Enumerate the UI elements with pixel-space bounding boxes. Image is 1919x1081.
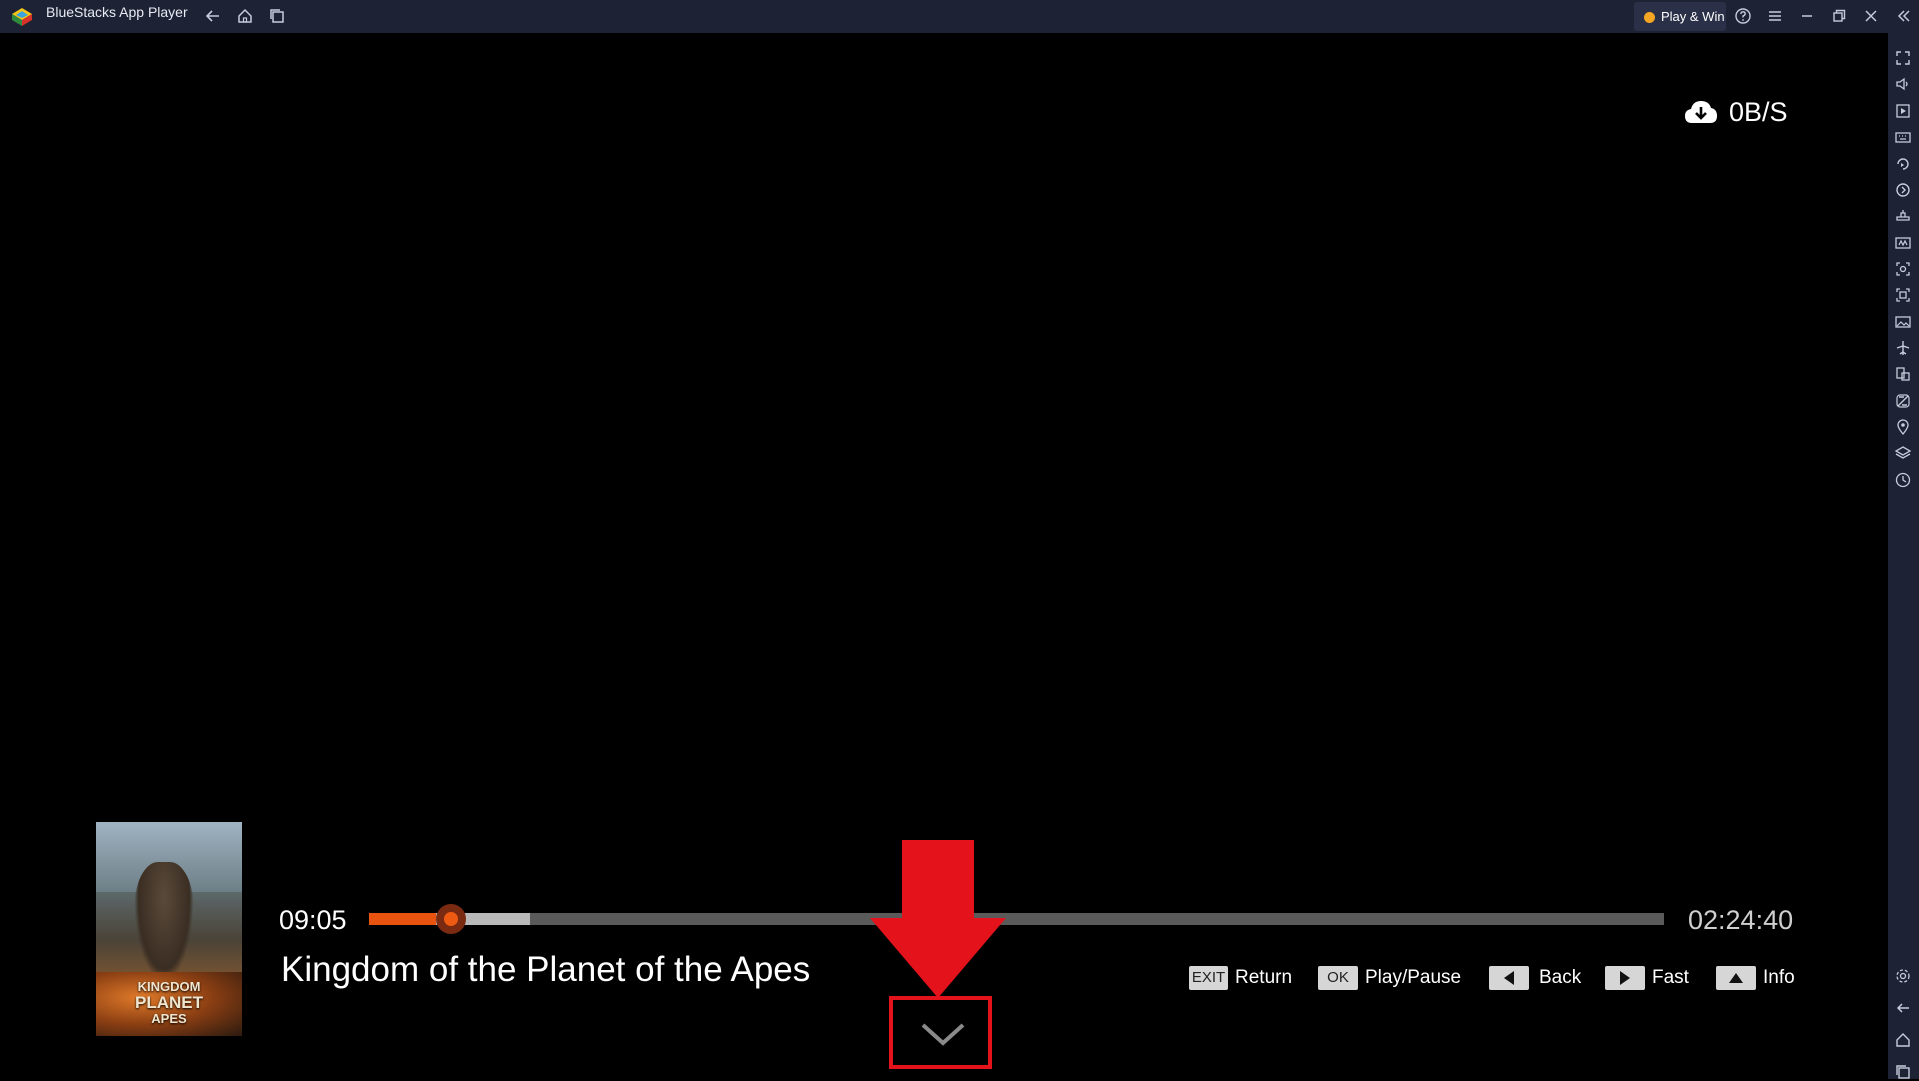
- menu-icon[interactable]: [1766, 7, 1784, 25]
- hint-label: Fast: [1652, 967, 1689, 988]
- right-key: [1605, 966, 1645, 990]
- collapse-controls-button[interactable]: [889, 996, 992, 1069]
- keyboard-icon[interactable]: [1894, 128, 1912, 146]
- multi-instance-icon[interactable]: [1894, 365, 1912, 383]
- recent-apps-icon[interactable]: [268, 7, 286, 25]
- play-win-label: Play & Win: [1661, 9, 1725, 24]
- help-icon[interactable]: [1734, 7, 1752, 25]
- left-triangle-icon: [1504, 971, 1514, 985]
- hint-label: Info: [1763, 967, 1795, 988]
- collapse-sidebar-icon[interactable]: [1894, 7, 1912, 25]
- home-icon[interactable]: [236, 7, 254, 25]
- cloud-download-icon: [1685, 101, 1717, 123]
- movie-poster: KINGDOM PLANET APES: [96, 822, 242, 1036]
- clock-icon[interactable]: [1894, 471, 1912, 489]
- play-win-coin-icon: [1644, 12, 1655, 23]
- progress-bar[interactable]: [369, 904, 1664, 934]
- left-key: [1489, 966, 1529, 990]
- fullscreen-icon[interactable]: [1894, 49, 1912, 67]
- android-recents-icon[interactable]: [1894, 1063, 1912, 1081]
- android-back-icon[interactable]: [1894, 999, 1912, 1017]
- played-range: [369, 913, 437, 925]
- android-home-icon[interactable]: [1894, 1031, 1912, 1049]
- macro-icon[interactable]: [1894, 234, 1912, 252]
- movie-title: Kingdom of the Planet of the Apes: [281, 950, 811, 989]
- bluestacks-logo-icon: [10, 6, 34, 28]
- poster-title: KINGDOM PLANET APES: [135, 979, 203, 1026]
- rotate-icon[interactable]: [1894, 155, 1912, 173]
- annotation-arrow-icon: [870, 840, 1006, 998]
- exit-key: EXIT: [1189, 966, 1228, 990]
- settings-icon[interactable]: [1894, 967, 1912, 985]
- minimize-icon[interactable]: [1798, 7, 1816, 25]
- right-triangle-icon: [1620, 971, 1630, 985]
- media-icon[interactable]: [1894, 102, 1912, 120]
- screenshot-icon[interactable]: [1894, 260, 1912, 278]
- hint-label: Back: [1539, 967, 1582, 988]
- volume-icon[interactable]: [1894, 75, 1912, 93]
- game-controls-icon[interactable]: [1894, 207, 1912, 225]
- current-time: 09:05: [279, 905, 347, 935]
- airplane-icon[interactable]: [1894, 339, 1912, 357]
- eco-mode-icon[interactable]: [1894, 392, 1912, 410]
- sync-icon[interactable]: [1894, 181, 1912, 199]
- record-icon[interactable]: [1894, 286, 1912, 304]
- back-icon[interactable]: [204, 7, 222, 25]
- play-win-button[interactable]: Play & Win: [1634, 2, 1726, 31]
- total-time: 02:24:40: [1688, 905, 1794, 935]
- right-sidebar: [1888, 33, 1919, 1079]
- up-key: [1716, 966, 1756, 990]
- restore-icon[interactable]: [1830, 7, 1848, 25]
- layers-icon[interactable]: [1894, 444, 1912, 462]
- close-icon[interactable]: [1862, 7, 1880, 25]
- ok-key: OK: [1318, 966, 1358, 990]
- gallery-icon[interactable]: [1894, 313, 1912, 331]
- location-icon[interactable]: [1894, 418, 1912, 436]
- hint-label: Return: [1235, 967, 1293, 988]
- download-speed-value: 0B/S: [1729, 97, 1788, 127]
- hint-label: Play/Pause: [1365, 967, 1462, 988]
- chevron-down-icon: [921, 1023, 965, 1046]
- title-bar: BlueStacks App Player Play & Win: [0, 0, 1919, 33]
- window-title: BlueStacks App Player: [46, 4, 188, 20]
- up-triangle-icon: [1729, 973, 1743, 983]
